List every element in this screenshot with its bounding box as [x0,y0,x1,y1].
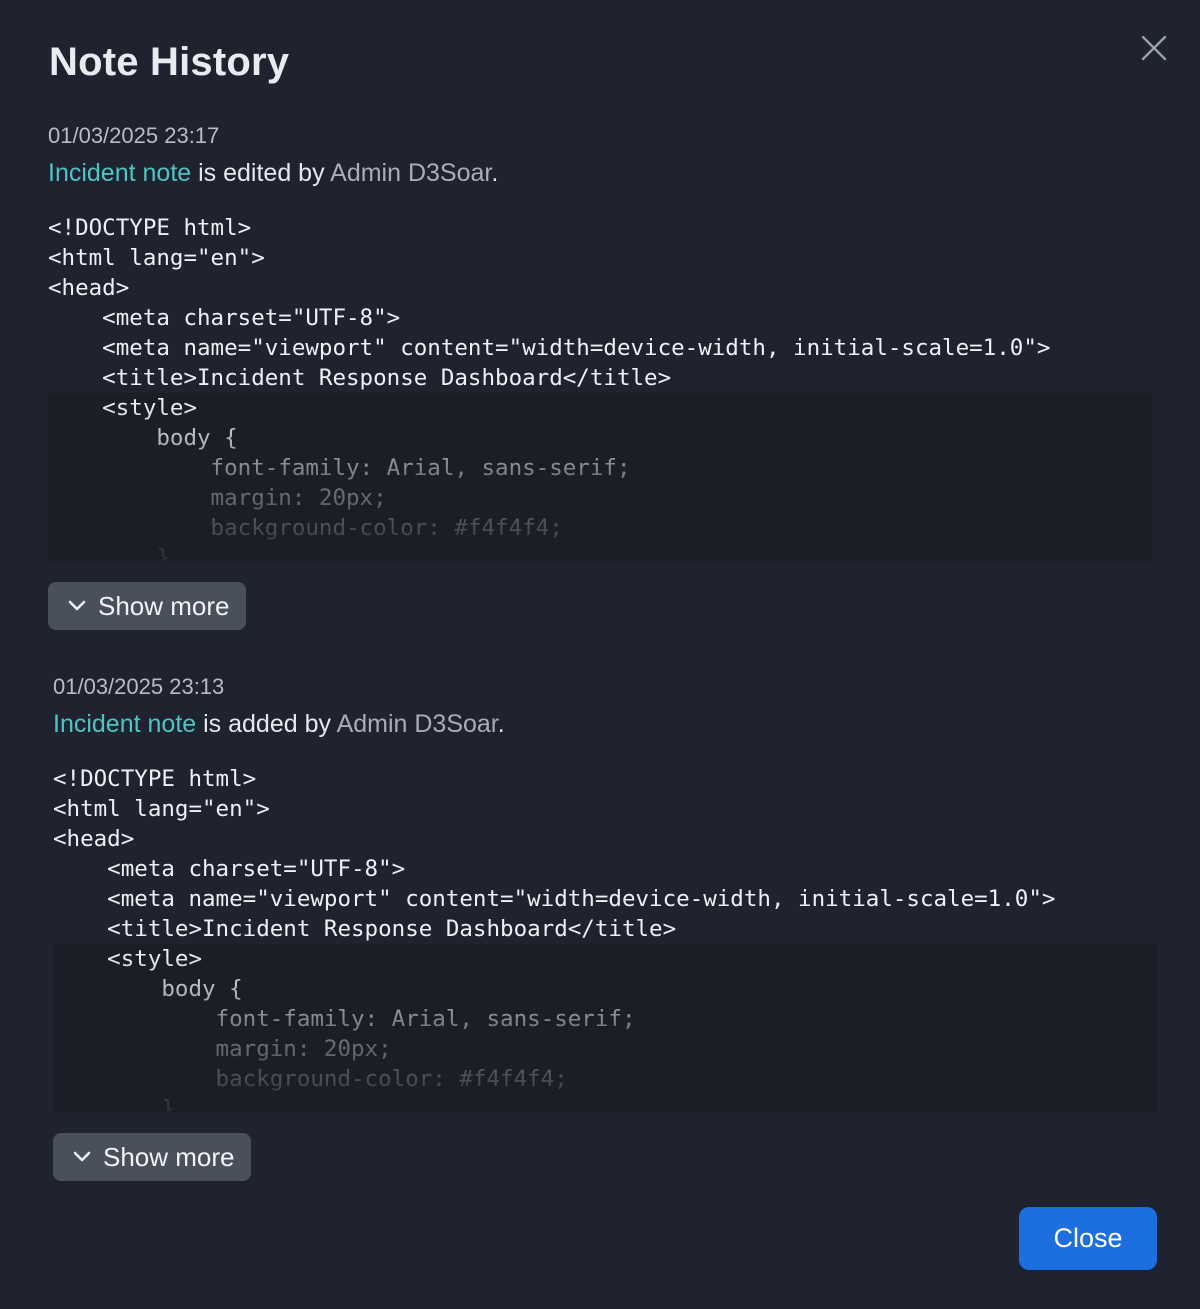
incident-note-link[interactable]: Incident note [53,710,196,738]
entry-action-text: is edited by [191,159,331,187]
entry-actor[interactable]: Admin D3Soar [337,710,498,738]
entry-action-line: Incident note is edited by Admin D3Soar. [48,156,1152,190]
note-code: <!DOCTYPE html> <html lang="en"> <head> … [48,215,1051,561]
history-entry: 01/03/2025 23:17 Incident note is edited… [48,121,1152,630]
incident-note-link[interactable]: Incident note [48,159,191,187]
note-code-preview: <!DOCTYPE html> <html lang="en"> <head> … [48,213,1152,561]
show-more-button[interactable]: Show more [53,1133,251,1181]
note-history-dialog: Note History 01/03/2025 23:17 Incident n… [0,0,1200,1309]
close-icon-glyph [1141,35,1167,61]
show-more-label: Show more [98,590,230,621]
dialog-title: Note History [49,40,290,84]
note-code-preview: <!DOCTYPE html> <html lang="en"> <head> … [53,764,1157,1112]
entry-suffix: . [491,159,499,187]
show-more-button[interactable]: Show more [48,582,246,630]
entry-action-text: is added by [196,710,337,738]
close-icon[interactable] [1132,26,1176,70]
close-button[interactable]: Close [1019,1207,1157,1270]
note-code: <!DOCTYPE html> <html lang="en"> <head> … [53,766,1056,1112]
chevron-down-icon [71,1146,93,1168]
entry-timestamp: 01/03/2025 23:17 [48,123,220,148]
entry-suffix: . [497,710,505,738]
entry-actor[interactable]: Admin D3Soar [330,159,491,187]
history-entry: 01/03/2025 23:13 Incident note is added … [53,672,1157,1181]
entry-action-line: Incident note is added by Admin D3Soar. [53,707,1157,741]
show-more-label: Show more [103,1141,235,1172]
chevron-down-icon [66,595,88,617]
entry-timestamp: 01/03/2025 23:13 [53,674,225,699]
